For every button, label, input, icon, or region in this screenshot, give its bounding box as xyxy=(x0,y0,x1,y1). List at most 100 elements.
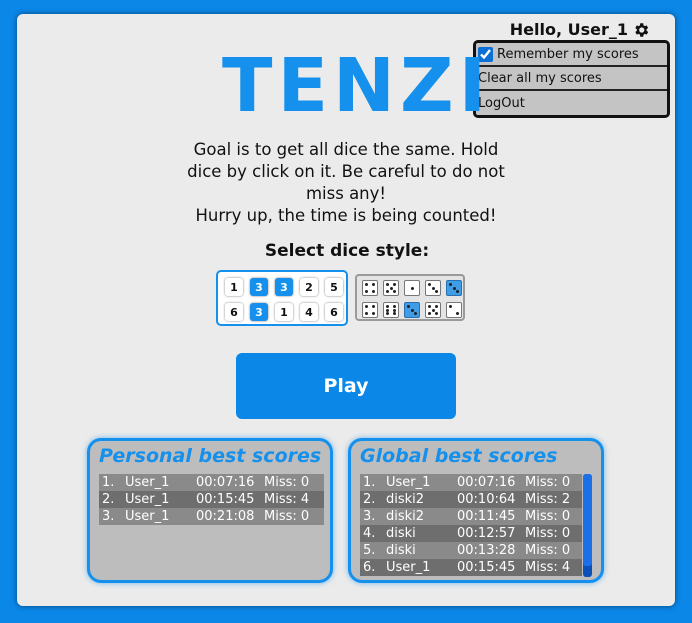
die-pip xyxy=(389,286,393,290)
die-pip xyxy=(365,311,369,315)
numeric-die: 5 xyxy=(325,278,343,296)
score-miss: Miss: 0 xyxy=(525,543,571,558)
score-row: 1. User_1 00:07:16 Miss: 0 xyxy=(99,474,324,491)
die-pip xyxy=(410,286,414,290)
logout-button[interactable]: LogOut xyxy=(476,91,667,115)
die-pip xyxy=(371,283,375,287)
score-time: 00:10:64 xyxy=(457,492,516,507)
score-row: 2. User_1 00:15:45 Miss: 4 xyxy=(99,491,324,508)
pip-die xyxy=(404,280,420,296)
global-best-title: Global best scores xyxy=(360,445,558,467)
die-pip xyxy=(392,283,396,287)
numeric-die: 3 xyxy=(250,278,268,296)
die-pip xyxy=(434,311,438,315)
pip-die xyxy=(425,302,441,318)
score-row: 2. diski2 00:10:64 Miss: 2 xyxy=(360,491,582,508)
score-time: 00:15:45 xyxy=(196,492,255,507)
greeting-text: Hello, User_1 xyxy=(509,20,628,39)
settings-menu: Remember my scores Clear all my scores L… xyxy=(473,40,670,118)
score-rank: 2. xyxy=(363,492,376,507)
score-miss: Miss: 4 xyxy=(264,492,310,507)
numeric-die: 1 xyxy=(275,303,293,321)
numeric-die: 3 xyxy=(275,278,293,296)
die-pip xyxy=(449,305,453,309)
score-row: 6. User_1 00:15:45 Miss: 4 xyxy=(360,559,582,576)
personal-score-list: 1. User_1 00:07:16 Miss: 0 2. User_1 00:15:45 M… xyxy=(99,474,324,525)
user-greeting: Hello, User_1 xyxy=(510,20,650,39)
die-pip xyxy=(428,305,432,309)
die-pip xyxy=(371,289,375,293)
score-miss: Miss: 2 xyxy=(525,492,571,507)
score-row: 5. diski 00:13:28 Miss: 0 xyxy=(360,542,582,559)
numeric-dice-style-option[interactable]: 1332563146 xyxy=(216,270,348,326)
page-title: TENZI xyxy=(222,43,492,129)
die-pip xyxy=(431,286,435,290)
die-pip xyxy=(434,305,438,309)
die-pip xyxy=(365,305,369,309)
scrollbar-thumb[interactable] xyxy=(583,474,592,566)
score-rank: 1. xyxy=(102,475,115,490)
score-rank: 1. xyxy=(363,475,376,490)
score-row: 3. diski2 00:11:45 Miss: 0 xyxy=(360,508,582,525)
score-rank: 4. xyxy=(363,526,376,541)
personal-best-title: Personal best scores xyxy=(99,445,322,467)
pip-die xyxy=(362,302,378,318)
score-time: 00:12:57 xyxy=(457,526,516,541)
score-time: 00:15:45 xyxy=(457,560,516,575)
numeric-die: 2 xyxy=(300,278,318,296)
score-row: 3. User_1 00:21:08 Miss: 0 xyxy=(99,508,324,525)
score-user: diski2 xyxy=(386,509,425,524)
numeric-die: 6 xyxy=(225,303,243,321)
pip-die xyxy=(383,280,399,296)
gear-icon[interactable] xyxy=(632,21,650,39)
score-user: diski xyxy=(386,543,416,558)
score-rank: 5. xyxy=(363,543,376,558)
die-pip xyxy=(365,283,369,287)
die-pip xyxy=(386,304,390,308)
score-rank: 3. xyxy=(102,509,115,524)
score-miss: Miss: 0 xyxy=(264,475,310,490)
die-pip xyxy=(371,311,375,315)
die-pip xyxy=(410,308,414,312)
die-pip xyxy=(386,308,390,312)
score-miss: Miss: 0 xyxy=(525,475,571,490)
die-pip xyxy=(428,311,432,315)
die-pip xyxy=(431,308,435,312)
die-pip xyxy=(392,304,396,308)
play-button[interactable]: Play xyxy=(236,353,456,419)
hurry-text: Hurry up, the time is being counted! xyxy=(195,206,497,225)
pip-die xyxy=(446,280,462,296)
die-pip xyxy=(392,308,396,312)
personal-best-panel: Personal best scores 1. User_1 00:07:16 Mis… xyxy=(87,438,333,583)
pip-dice-style-option[interactable] xyxy=(355,274,465,321)
die-pip xyxy=(386,289,390,293)
dice-style-label: Select dice style: xyxy=(264,241,430,261)
score-user: User_1 xyxy=(125,475,170,490)
die-pip xyxy=(365,289,369,293)
global-score-list: 1. User_1 00:07:16 Miss: 0 2. diski2 00:10:64 M… xyxy=(360,474,582,576)
die-pip xyxy=(449,283,453,287)
score-time: 00:11:45 xyxy=(457,509,516,524)
pip-die xyxy=(425,280,441,296)
global-best-panel: Global best scores 1. User_1 00:07:16 Miss:… xyxy=(348,438,604,583)
die-pip xyxy=(455,311,459,315)
numeric-die: 1 xyxy=(225,278,243,296)
die-pip xyxy=(434,289,438,293)
numeric-die: 3 xyxy=(250,303,268,321)
clear-scores-button[interactable]: Clear all my scores xyxy=(476,67,667,91)
goal-description: Goal is to get all dice the same. Hold d… xyxy=(177,139,515,227)
score-time: 00:13:28 xyxy=(457,543,516,558)
pip-die xyxy=(446,302,462,318)
score-miss: Miss: 4 xyxy=(525,560,571,575)
die-pip xyxy=(371,305,375,309)
score-row: 1. User_1 00:07:16 Miss: 0 xyxy=(360,474,582,491)
score-rank: 6. xyxy=(363,560,376,575)
remember-scores-label: Remember my scores xyxy=(497,46,639,62)
score-time: 00:21:08 xyxy=(196,509,255,524)
die-pip xyxy=(413,311,417,315)
score-miss: Miss: 0 xyxy=(525,526,571,541)
score-rank: 3. xyxy=(363,509,376,524)
global-scores-scrollbar[interactable] xyxy=(583,474,592,577)
remember-scores-option[interactable]: Remember my scores xyxy=(476,43,667,67)
score-time: 00:07:16 xyxy=(457,475,516,490)
